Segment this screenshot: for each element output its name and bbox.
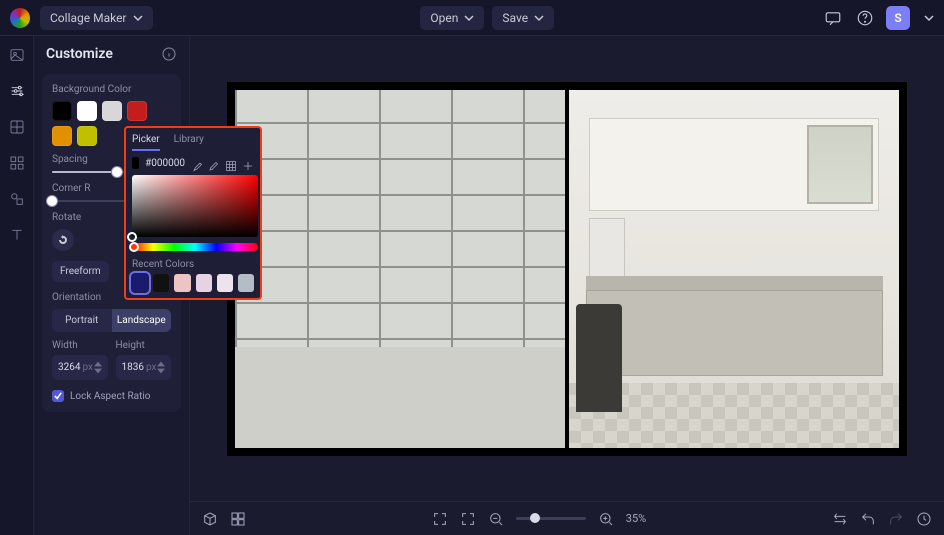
hue-handle[interactable] — [129, 242, 139, 252]
fit-icon[interactable] — [460, 511, 476, 527]
rail-grid-icon[interactable] — [8, 154, 26, 172]
orientation-landscape[interactable]: Landscape — [112, 309, 172, 332]
orientation-portrait[interactable]: Portrait — [52, 309, 112, 332]
compare-icon[interactable] — [832, 511, 848, 527]
bg-swatch-4[interactable] — [52, 126, 72, 146]
picker-tab-picker[interactable]: Picker — [132, 134, 160, 151]
height-steppers[interactable] — [157, 361, 165, 374]
zoom-slider[interactable] — [516, 517, 586, 520]
avatar[interactable]: S — [886, 6, 910, 30]
color-picker-popover: Picker Library #000000 Recent Colors — [124, 126, 262, 300]
app-title-dropdown[interactable]: Collage Maker — [40, 6, 153, 30]
hex-value[interactable]: #000000 — [145, 158, 185, 169]
rail-image-icon[interactable] — [8, 46, 26, 64]
sv-handle[interactable] — [127, 232, 137, 242]
eyedropper-icon[interactable] — [191, 157, 203, 169]
zoom-level-label: 35% — [626, 512, 646, 525]
left-rail — [0, 36, 34, 535]
top-bar: Collage Maker Open Save S — [0, 0, 944, 36]
recent-colors-row — [132, 274, 254, 292]
bg-swatch-1[interactable] — [77, 101, 97, 121]
collage[interactable] — [227, 82, 907, 456]
canvas-area: 35% — [190, 36, 944, 535]
recent-color-2[interactable] — [174, 274, 190, 292]
history-icon[interactable] — [916, 511, 932, 527]
customize-panel: Customize Background Color Spacing Corne… — [34, 36, 190, 535]
bg-color-label: Background Color — [52, 84, 171, 95]
collage-right-image[interactable] — [569, 90, 899, 448]
bg-swatch-2[interactable] — [102, 101, 122, 121]
rail-text-icon[interactable] — [8, 226, 26, 244]
recent-colors-label: Recent Colors — [132, 259, 254, 270]
rail-adjust-icon[interactable] — [8, 82, 26, 100]
canvas-viewport[interactable] — [190, 36, 944, 501]
height-label: Height — [116, 340, 172, 351]
lock-aspect-label: Lock Aspect Ratio — [70, 391, 150, 402]
recent-color-0[interactable] — [132, 274, 148, 292]
rail-shapes-icon[interactable] — [8, 190, 26, 208]
plus-icon[interactable] — [242, 157, 254, 169]
picker-tab-library[interactable]: Library — [174, 134, 204, 151]
recent-color-5[interactable] — [238, 274, 254, 292]
bottom-toolbar: 35% — [190, 501, 944, 535]
save-label: Save — [502, 11, 528, 25]
width-input[interactable]: 3264px — [52, 355, 108, 380]
chat-icon[interactable] — [822, 7, 844, 29]
bg-swatch-3[interactable] — [127, 101, 147, 121]
recent-color-3[interactable] — [196, 274, 212, 292]
width-steppers[interactable] — [94, 361, 102, 374]
height-input[interactable]: 1836px — [116, 355, 172, 380]
current-color-swatch — [132, 157, 139, 169]
recent-color-4[interactable] — [217, 274, 233, 292]
width-label: Width — [52, 340, 108, 351]
help-icon[interactable] — [854, 7, 876, 29]
info-icon[interactable] — [161, 46, 177, 62]
freeform-button[interactable]: Freeform — [52, 261, 109, 282]
collage-left-image[interactable] — [235, 90, 565, 448]
hue-slider[interactable] — [132, 243, 258, 251]
open-button[interactable]: Open — [420, 6, 484, 30]
pencil-icon[interactable] — [208, 157, 220, 169]
bg-swatch-5[interactable] — [77, 126, 97, 146]
fullscreen-icon[interactable] — [432, 511, 448, 527]
panel-title: Customize — [46, 46, 113, 62]
orientation-segment: Portrait Landscape — [52, 309, 171, 332]
save-button[interactable]: Save — [492, 6, 554, 30]
zoom-in-icon[interactable] — [598, 511, 614, 527]
grid-icon[interactable] — [225, 157, 237, 169]
cube-icon[interactable] — [202, 511, 218, 527]
rotate-button[interactable] — [52, 229, 74, 251]
rail-layout-icon[interactable] — [8, 118, 26, 136]
app-logo — [10, 8, 30, 28]
account-chevron-down-icon[interactable] — [924, 13, 934, 23]
bg-swatch-0[interactable] — [52, 101, 72, 121]
open-label: Open — [430, 11, 458, 25]
recent-color-1[interactable] — [153, 274, 169, 292]
redo-icon[interactable] — [888, 511, 904, 527]
lock-aspect-checkbox[interactable] — [52, 390, 64, 402]
saturation-value-field[interactable] — [132, 175, 258, 237]
tiles-icon[interactable] — [230, 511, 246, 527]
undo-icon[interactable] — [860, 511, 876, 527]
zoom-out-icon[interactable] — [488, 511, 504, 527]
app-title-label: Collage Maker — [50, 11, 127, 25]
